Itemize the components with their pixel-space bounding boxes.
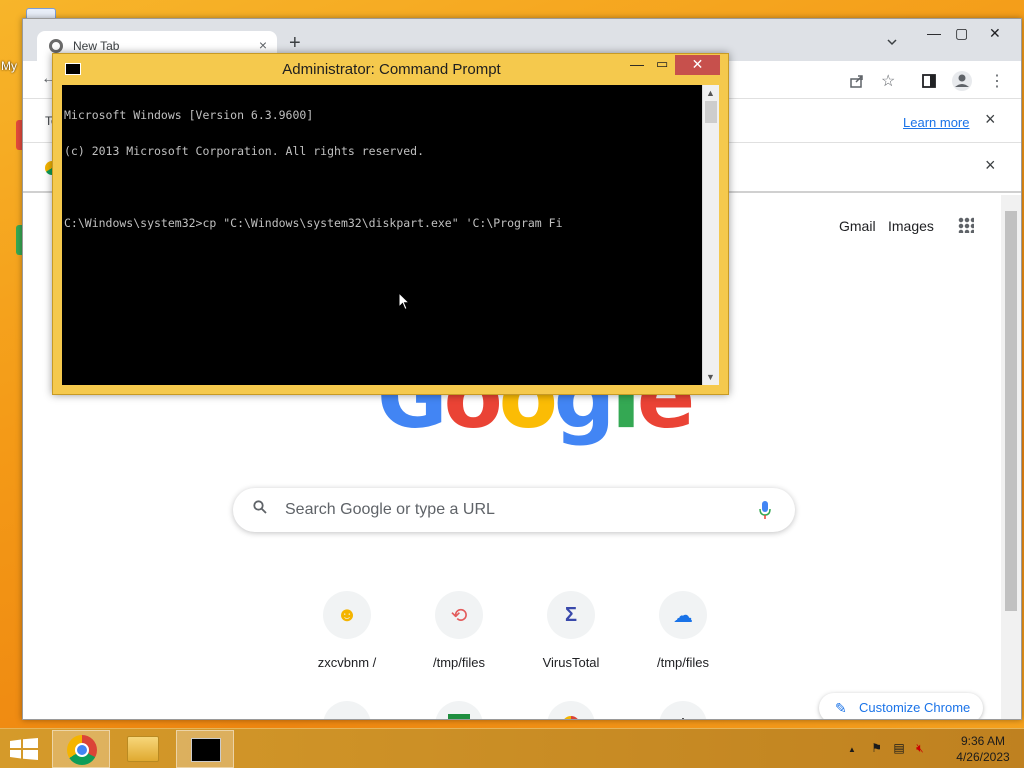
mouse-cursor-icon (398, 292, 410, 311)
taskbar-chrome-button[interactable] (52, 730, 110, 768)
smiley-icon: ☻ (323, 591, 371, 639)
folder-icon (127, 736, 159, 762)
system-tray: ▲ ⚑ ▤ 🔇︎ (848, 741, 924, 756)
taskbar-cmd-button[interactable] (176, 730, 234, 768)
shortcut-tile[interactable]: ⇊ (403, 695, 515, 719)
search-input[interactable] (285, 488, 725, 532)
files-icon: ⟲ (435, 591, 483, 639)
share-icon[interactable] (849, 73, 865, 89)
infobar-close-icon[interactable]: × (985, 155, 996, 176)
maximize-icon[interactable]: ▭ (656, 56, 668, 72)
scrollbar-thumb[interactable] (705, 101, 717, 123)
shortcut-label: zxcvbnm / (317, 655, 377, 670)
scroll-up-icon[interactable]: ▲ (706, 88, 715, 98)
shortcut-label: /tmp/files (432, 655, 485, 670)
tray-chevron-icon[interactable]: ▲ (848, 745, 856, 754)
chrome-icon (547, 701, 595, 719)
shortcut-tile[interactable]: ☻ (291, 695, 403, 719)
taskbar-file-explorer-button[interactable] (114, 730, 172, 768)
customize-chrome-button[interactable]: ✎ Customize Chrome (819, 693, 983, 719)
shortcut-tile[interactable] (515, 695, 627, 719)
customize-chrome-label: Customize Chrome (859, 700, 971, 715)
minimize-icon[interactable]: — (630, 56, 644, 72)
console-line: C:\Windows\system32>cp "C:\Windows\syste… (64, 216, 563, 230)
minimize-icon[interactable]: — (927, 25, 941, 41)
taskbar: ▲ ⚑ ▤ 🔇︎ 9:36 AM 4/26/2023 (0, 728, 1024, 768)
virustotal-icon: Σ (547, 591, 595, 639)
profile-avatar-icon[interactable] (951, 70, 973, 92)
console-text: Microsoft Windows [Version 6.3.9600] (c)… (62, 85, 565, 253)
shortcut-label: /tmp/files (656, 655, 709, 670)
maximize-icon[interactable]: ▢ (955, 25, 968, 42)
window-title: Administrator: Command Prompt (282, 61, 501, 78)
search-box[interactable] (233, 488, 795, 532)
volume-muted-icon[interactable]: 🔇︎ (916, 741, 924, 755)
add-shortcut-button[interactable]: + (627, 695, 739, 719)
gmail-link[interactable]: Gmail (839, 218, 876, 234)
command-prompt-window: Administrator: Command Prompt — ▭ ✕ Micr… (52, 53, 729, 395)
scrollbar-thumb[interactable] (1005, 211, 1017, 611)
cloud-upload-icon: ☁ (659, 591, 707, 639)
bookmark-star-icon[interactable]: ☆ (881, 71, 895, 91)
desktop-icon-label: My (1, 59, 17, 73)
windows-start-icon[interactable] (10, 738, 38, 760)
shortcut-tile[interactable]: ⟲ /tmp/files (403, 585, 515, 685)
close-button[interactable]: ✕ (675, 55, 720, 75)
page-scrollbar[interactable] (1001, 195, 1021, 719)
console-line: (c) 2013 Microsoft Corporation. All righ… (64, 144, 425, 158)
pencil-icon: ✎ (835, 700, 847, 716)
network-icon[interactable]: ▤ (893, 741, 904, 755)
shortcut-label: VirusTotal (542, 655, 600, 670)
smiley-icon: ☻ (323, 701, 371, 719)
search-icon (253, 500, 267, 514)
console-area[interactable]: Microsoft Windows [Version 6.3.9600] (c)… (62, 85, 702, 385)
close-icon[interactable]: ✕ (989, 25, 1001, 42)
new-tab-button[interactable]: + (289, 33, 301, 53)
scroll-down-icon[interactable]: ▼ (706, 372, 715, 382)
shortcut-tile[interactable]: ☻ zxcvbnm / (291, 585, 403, 685)
microphone-icon[interactable] (759, 500, 771, 520)
chrome-icon (67, 735, 97, 765)
tab-close-icon[interactable]: × (259, 37, 267, 53)
chrome-favicon-icon (49, 39, 63, 53)
console-scrollbar[interactable]: ▲ ▼ (702, 85, 719, 385)
more-menu-icon[interactable]: ⋮ (989, 71, 1005, 91)
tab-title: New Tab (73, 39, 120, 53)
cmd-app-icon (191, 738, 221, 762)
images-link[interactable]: Images (888, 218, 934, 234)
learn-more-link[interactable]: Learn more (903, 115, 969, 130)
infobar-close-icon[interactable]: × (985, 109, 996, 130)
clock-time[interactable]: 9:36 AM (950, 734, 1016, 748)
google-apps-icon[interactable] (958, 217, 974, 233)
shortcut-tile[interactable]: Σ VirusTotal (515, 585, 627, 685)
shortcut-tile[interactable]: ☁ /tmp/files (627, 585, 739, 685)
download-icon: ⇊ (435, 701, 483, 719)
clock-date[interactable]: 4/26/2023 (950, 750, 1016, 764)
console-line: Microsoft Windows [Version 6.3.9600] (64, 108, 314, 122)
tab-search-chevron-icon[interactable] (887, 37, 897, 47)
action-center-flag-icon[interactable]: ⚑ (871, 741, 882, 755)
add-shortcut-icon: + (659, 701, 707, 719)
side-panel-icon[interactable] (921, 73, 937, 89)
